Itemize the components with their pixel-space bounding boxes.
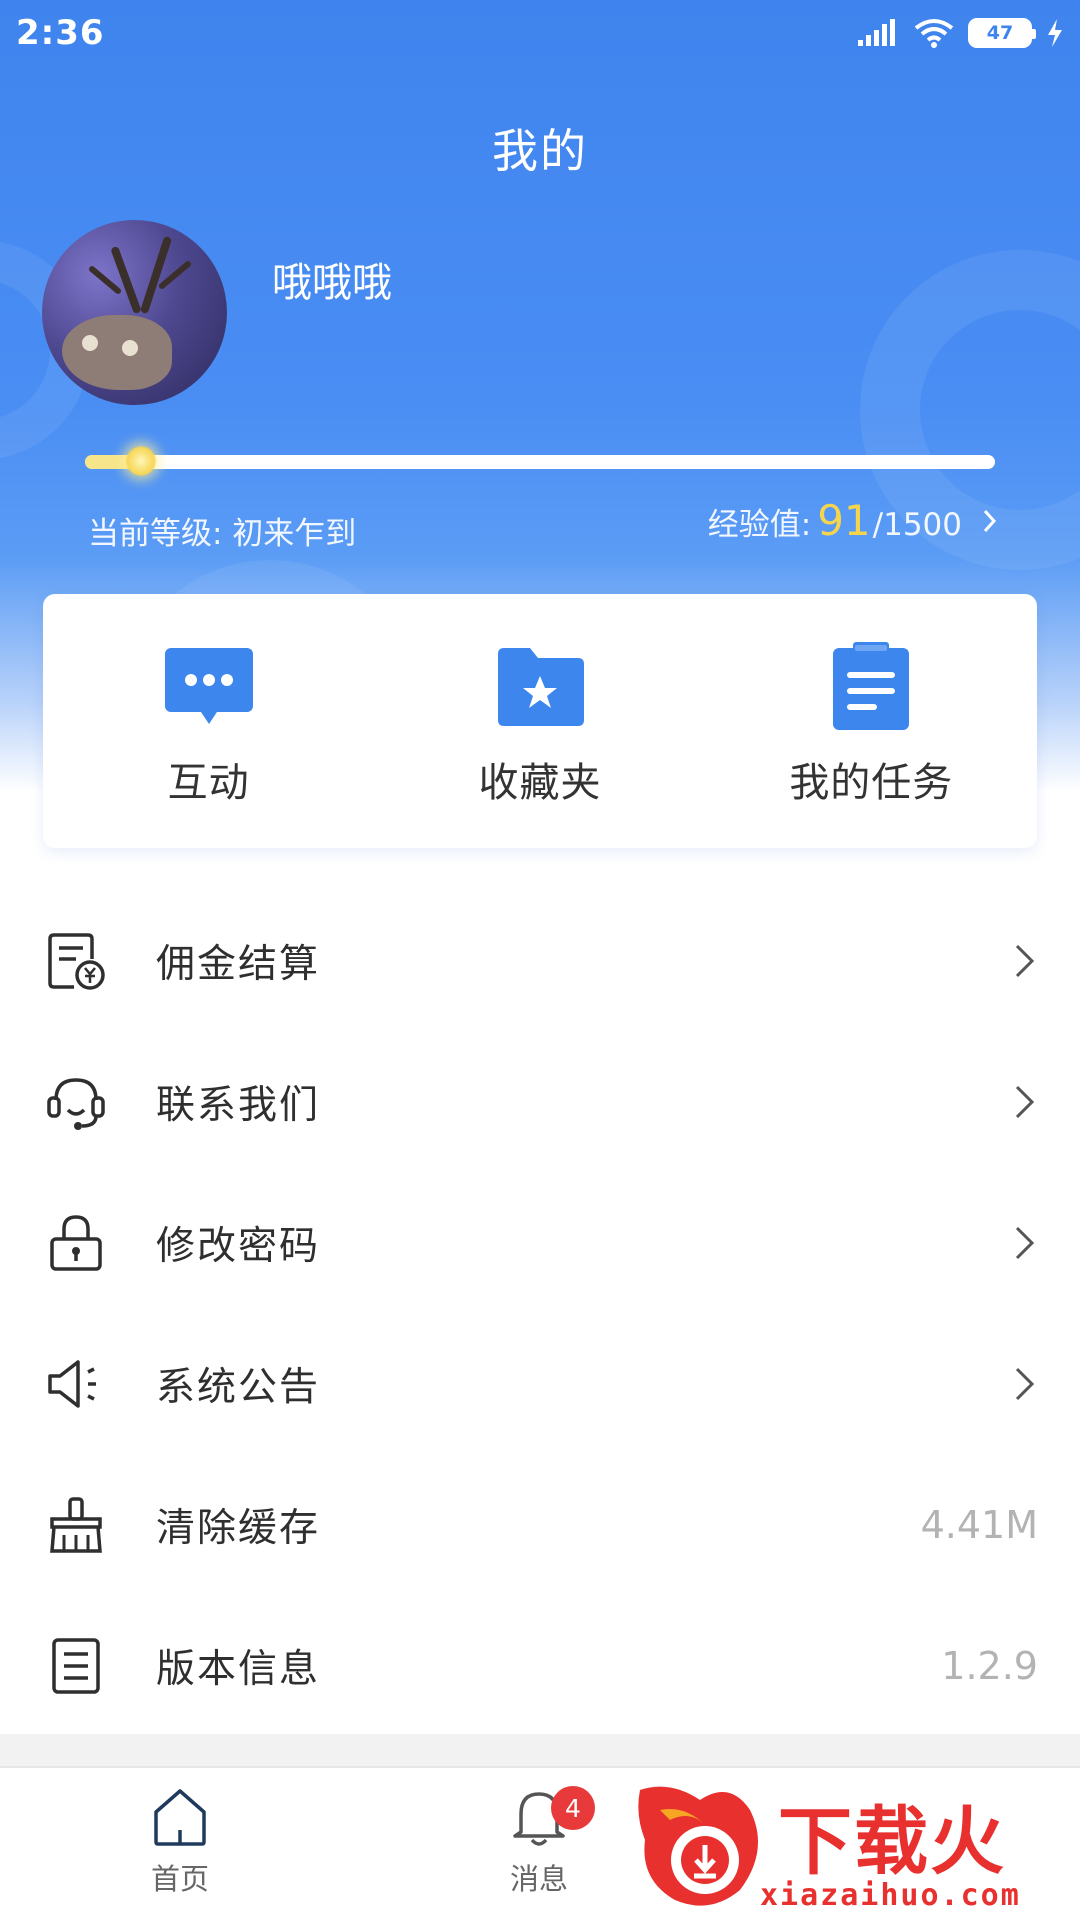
quick-actions-card: 互动 收藏夹 我的任务 (43, 594, 1037, 848)
speaker-icon (48, 1359, 96, 1408)
current-level: 当前等级: 初来乍到 (88, 516, 357, 552)
unread-badge: 4 (551, 1786, 595, 1830)
chevron-right-icon (1015, 944, 1035, 977)
menu-item-label: 版本信息 (156, 1646, 321, 1692)
status-icons: 47 (856, 18, 1064, 48)
menu-item-label: 联系我们 (156, 1082, 321, 1128)
chat-bubble-icon (164, 648, 253, 724)
exp-summary[interactable]: 经验值: 91 /1500 (708, 496, 998, 545)
battery-icon: 47 (968, 18, 1036, 48)
exp-current: 91 (817, 496, 871, 545)
quick-action-label: 我的任务 (789, 760, 954, 806)
exp-label: 经验值: (707, 507, 812, 543)
cache-size-value: 4.41M (920, 1502, 1038, 1547)
menu-item-label: 佣金结算 (156, 941, 321, 987)
chevron-right-icon (1015, 1085, 1035, 1118)
avatar[interactable] (42, 220, 227, 405)
invoice-yuan-icon (48, 932, 105, 990)
menu-item-commission[interactable]: 佣金结算 (0, 890, 1080, 1031)
quick-action-favorites[interactable]: 收藏夹 (374, 594, 705, 848)
menu-item-version-info[interactable]: 版本信息 1.2.9 (0, 1595, 1080, 1736)
charging-icon (1048, 19, 1062, 47)
headset-icon (47, 1077, 105, 1130)
menu-item-label: 系统公告 (156, 1364, 321, 1410)
username[interactable]: 哦哦哦 (272, 250, 392, 308)
clipboard-icon (833, 642, 910, 730)
quick-action-interaction[interactable]: 互动 (43, 594, 374, 848)
quick-action-label: 收藏夹 (478, 760, 602, 806)
watermark-url: xiazaihuo.com (760, 1878, 1021, 1913)
nav-home[interactable]: 首页 (100, 1786, 260, 1898)
nav-messages[interactable]: 消息 4 (459, 1786, 619, 1898)
watermark-logo: 下载火 xiazaihuo.com (630, 1770, 1080, 1920)
flame-logo-icon (638, 1786, 758, 1906)
version-value: 1.2.9 (941, 1643, 1038, 1688)
broom-icon (50, 1496, 102, 1553)
quick-action-label: 互动 (167, 760, 250, 806)
exp-progress-bar (85, 446, 995, 476)
exp-progress-knob (126, 446, 156, 476)
menu-item-contact-us[interactable]: 联系我们 (0, 1031, 1080, 1172)
lock-icon (50, 1214, 102, 1271)
quick-action-my-tasks[interactable]: 我的任务 (706, 594, 1037, 848)
status-bar: 2:36 47 (0, 0, 1080, 66)
chevron-right-icon (983, 509, 997, 533)
page-title: 我的 (492, 124, 588, 178)
menu-item-label: 清除缓存 (156, 1505, 321, 1551)
document-icon (52, 1637, 100, 1694)
menu-item-change-password[interactable]: 修改密码 (0, 1172, 1080, 1313)
nav-home-label: 首页 (150, 1862, 209, 1896)
settings-menu: 佣金结算 联系我们 修改密码 系统公告 清除缓存 4.41M 版本信息 1.2.… (0, 890, 1080, 1736)
menu-item-label: 修改密码 (156, 1223, 321, 1269)
status-time: 2:36 (16, 13, 105, 53)
menu-item-announcements[interactable]: 系统公告 (0, 1313, 1080, 1454)
chevron-right-icon (1015, 1367, 1035, 1400)
section-divider (0, 1734, 1080, 1766)
watermark-text: 下载火 (778, 1799, 1006, 1885)
signal-icon (858, 19, 895, 46)
star-folder-icon (497, 648, 584, 726)
wifi-icon (914, 19, 954, 48)
home-icon (154, 1789, 206, 1846)
nav-messages-label: 消息 (509, 1862, 568, 1896)
exp-total: /1500 (872, 507, 962, 543)
chevron-right-icon (1015, 1226, 1035, 1259)
menu-item-clear-cache[interactable]: 清除缓存 4.41M (0, 1454, 1080, 1595)
app-screen: 2:36 47 我的 哦哦哦 当前等级: 初来乍到 经验值: 91 /1500 … (0, 0, 1080, 1920)
